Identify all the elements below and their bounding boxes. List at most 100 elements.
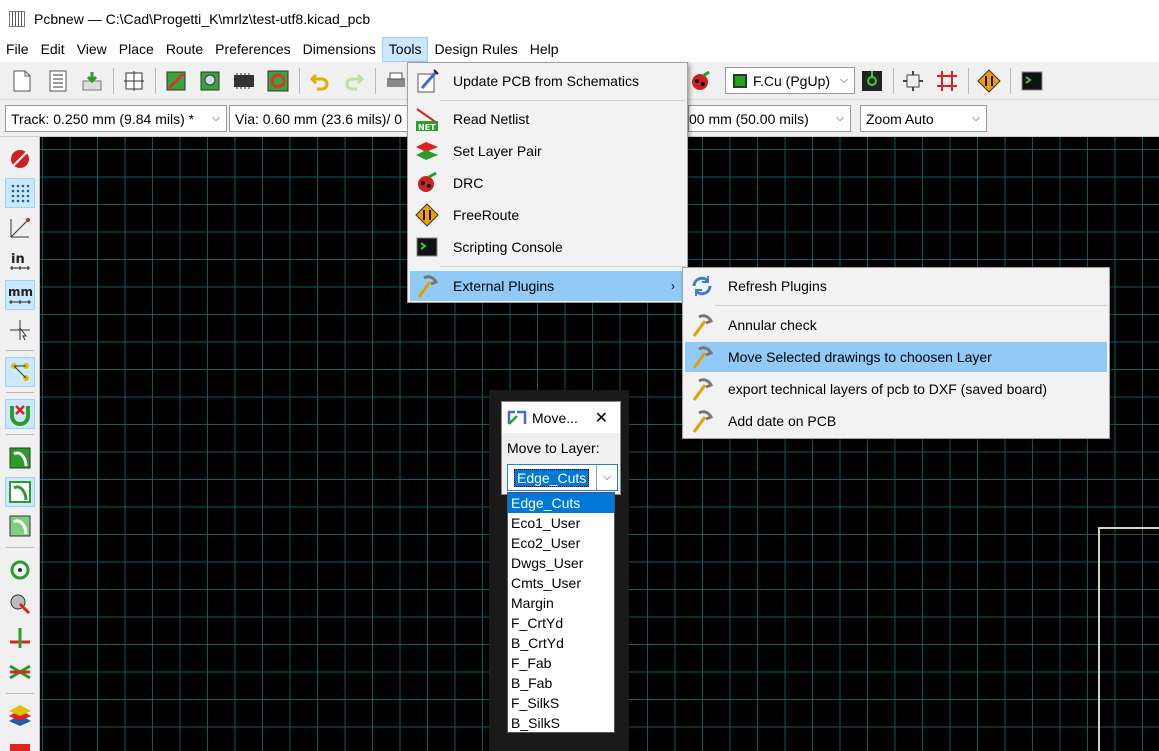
track-width-combo[interactable]: Track: 0.250 mm (9.84 mils) * ⌵ [5,105,227,132]
save-board-button[interactable] [78,67,106,95]
ratsnest-icon [11,363,29,381]
hammer-icon [688,343,716,371]
ratsnest-button[interactable] [5,357,35,387]
menu-item-scripting-console[interactable]: Scripting Console [410,232,685,262]
toolbar-separator [6,392,34,393]
dialog-title-bar[interactable]: Move... ✕ [502,402,620,433]
new-board-button[interactable] [8,67,36,95]
redo-button[interactable] [340,67,368,95]
move-to-layer-label: Move to Layer: [507,440,600,456]
zone-outline-button[interactable] [5,477,35,507]
grid-icon [11,184,30,203]
grid-toggle-button[interactable] [5,178,35,208]
menu-view[interactable]: View [71,37,113,62]
menu-tools[interactable]: Tools [381,37,429,62]
menu-route[interactable]: Route [160,37,209,62]
pad-icon [10,560,30,580]
print-button[interactable] [382,67,410,95]
footprint-library-icon [166,71,186,91]
menu-separator [715,305,1107,306]
layer-option[interactable]: Edge_Cuts [508,493,614,513]
layers-manager-icon [9,705,31,726]
menu-item-drc[interactable]: DRC [410,168,685,198]
open-board-button[interactable] [44,67,72,95]
auto-delete-track-button[interactable] [5,399,35,429]
footprint-viewer-button[interactable] [196,67,224,95]
layer-option[interactable]: B_Fab [508,673,614,693]
menu-item-freeroute[interactable]: FreeRoute [410,200,685,230]
drc-icon [413,169,441,197]
netlist-icon: NET [413,105,441,133]
track-sketch-button[interactable] [5,623,35,653]
undo-button[interactable] [306,67,334,95]
layer-option[interactable]: F_SilkS [508,693,614,713]
toolbar-separator [113,68,114,94]
layer-option[interactable]: Dwgs_User [508,553,614,573]
units-inch-button[interactable]: in [5,246,35,276]
freeroute-toolbar-button[interactable] [975,67,1003,95]
drc-toolbar-button[interactable] [686,67,714,95]
track-icon [10,628,30,648]
new-page-icon [13,70,31,92]
drc-off-button[interactable] [5,144,35,174]
layer-option[interactable]: F_CrtYd [508,613,614,633]
chevron-down-icon[interactable]: ⌵ [596,465,617,490]
page-settings-button[interactable] [120,67,148,95]
menu-item-label: Refresh Plugins [728,278,827,294]
menu-item-read-netlist[interactable]: NET Read Netlist [410,104,685,134]
svg-text:mm: mm [8,285,33,299]
menu-help[interactable]: Help [524,37,565,62]
polar-coords-button[interactable] [5,213,35,243]
menu-item-external-plugins[interactable]: External Plugins › [410,271,685,301]
no-drc-icon [11,150,29,168]
menu-item-set-layer-pair[interactable]: Set Layer Pair [410,136,685,166]
grid-size-combo[interactable]: 00 mm (50.00 mils) ⌵ [688,105,851,132]
layer-option[interactable]: Margin [508,593,614,613]
menu-item-move-selected-drawings[interactable]: Move Selected drawings to choosen Layer [685,342,1107,372]
chevron-down-icon: ⌵ [835,112,845,124]
menu-preferences[interactable]: Preferences [209,37,296,62]
layer-pair-button[interactable] [858,67,886,95]
layer-option[interactable]: B_CrtYd [508,633,614,653]
update-footprints-button[interactable] [264,67,292,95]
layer-option[interactable]: Eco1_User [508,513,614,533]
menu-item-export-dxf[interactable]: export technical layers of pcb to DXF (s… [685,374,1107,404]
toolbar-separator [6,350,34,351]
menu-item-annular-check[interactable]: Annular check [685,310,1107,340]
zone-sketch-button[interactable] [5,511,35,541]
mode-footprint-button[interactable] [899,67,927,95]
layer-option[interactable]: B_SilkS [508,713,614,733]
units-mm-button[interactable]: mm [5,280,35,310]
layer-select-combo[interactable]: F.Cu (PgUp) ⌵ [725,67,855,94]
high-contrast-button[interactable] [5,657,35,687]
via-size-combo[interactable]: Via: 0.60 mm (23.6 mils)/ 0 [229,105,408,132]
microwave-toolbar-button[interactable] [5,734,35,751]
menu-item-update-pcb[interactable]: Update PCB from Schematics [410,66,685,96]
layer-dropdown[interactable]: Edge_Cuts ⌵ [507,464,618,491]
menu-file[interactable]: File [0,37,35,62]
menu-edit[interactable]: Edit [35,37,71,62]
layers-manager-button[interactable] [5,700,35,730]
menu-design-rules[interactable]: Design Rules [428,37,523,62]
cursor-shape-button[interactable] [5,315,35,345]
menu-place[interactable]: Place [113,37,160,62]
layer-option[interactable]: Eco2_User [508,533,614,553]
menu-item-label: DRC [453,175,484,191]
pad-sketch-button[interactable] [5,555,35,585]
library-browser-button[interactable] [162,67,190,95]
layer-option[interactable]: Cmts_User [508,573,614,593]
footprint-editor-button[interactable] [230,67,258,95]
mode-track-button[interactable] [933,67,961,95]
menu-dimensions[interactable]: Dimensions [297,37,382,62]
via-sketch-button[interactable] [5,589,35,619]
freeroute-icon [977,69,1001,93]
undo-icon [309,73,329,91]
zone-fill-button[interactable] [5,443,35,473]
terminal-icon [1021,71,1043,91]
menu-item-add-date[interactable]: Add date on PCB [685,406,1107,436]
close-icon[interactable]: ✕ [595,408,608,428]
layer-option[interactable]: F_Fab [508,653,614,673]
scripting-toolbar-button[interactable] [1018,67,1046,95]
zoom-combo[interactable]: Zoom Auto ⌵ [860,105,987,132]
menu-item-refresh-plugins[interactable]: Refresh Plugins [685,271,1107,301]
